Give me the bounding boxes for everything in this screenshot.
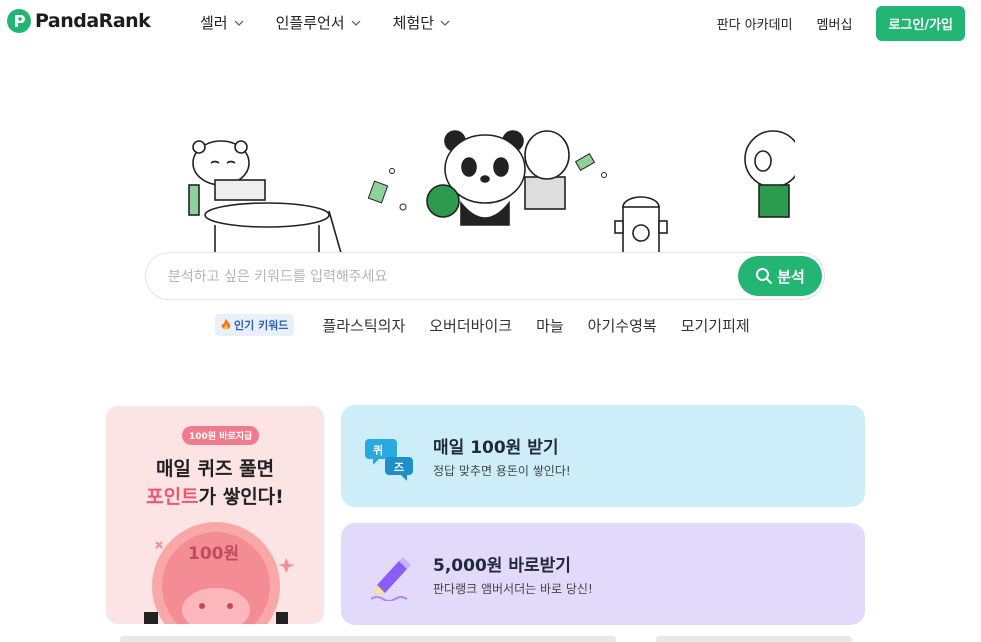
main-nav: 셀러 인플루언서 체험단 (200, 12, 482, 33)
analyze-button-label: 분석 (777, 267, 805, 286)
bear-reading-illustration (188, 140, 342, 254)
popular-keyword[interactable]: 오버더바이크 (429, 315, 512, 336)
membership-link[interactable]: 멤버십 (817, 14, 853, 33)
search-input[interactable] (166, 253, 730, 301)
quiz-bubble-icon: 퀴 즈 (365, 439, 413, 481)
chevron-down-icon (440, 20, 450, 26)
logo-text: PandaRank (35, 10, 151, 32)
header: PandaRank 셀러 인플루언서 체험단 판다 아카데미 멤버십 로그인/가… (0, 0, 981, 44)
nav-experience-group[interactable]: 체험단 (393, 12, 450, 33)
analyze-button[interactable]: 분석 (738, 256, 822, 296)
nav-label: 셀러 (200, 14, 228, 32)
nav-label: 인플루언서 (275, 14, 345, 32)
nav-seller[interactable]: 셀러 (200, 12, 244, 33)
right-nav: 판다 아카데미 멤버십 로그인/가입 (717, 6, 965, 41)
coin-text: 100원 (188, 544, 240, 564)
card-title: 5,000원 바로받기 (433, 556, 571, 576)
popular-keyword[interactable]: 아기수영복 (588, 315, 657, 336)
promo-highlight: 포인트 (146, 486, 199, 508)
popular-keyword-badge: 인기 키워드 (215, 314, 295, 336)
promo-subheadline: 포인트가 쌓인다! (106, 482, 324, 509)
robot-character-illustration (744, 130, 795, 218)
popular-keyword[interactable]: 모기기피제 (681, 315, 750, 336)
nav-label: 체험단 (392, 14, 435, 32)
daily-100-won-card[interactable]: 퀴 즈 매일 100원 받기 정답 맞추면 용돈이 쌓인다! (341, 405, 865, 507)
chevron-down-icon (351, 20, 361, 26)
login-button[interactable]: 로그인/가입 (876, 6, 965, 41)
fire-hydrant-illustration (614, 196, 668, 255)
piggy-coin-icon (144, 522, 295, 624)
popular-keyword[interactable]: 마늘 (536, 315, 564, 336)
next-section-divider (120, 636, 616, 642)
card-subtitle: 판다랭크 앰버서더는 바로 당신! (433, 582, 593, 596)
hero-illustration (188, 130, 795, 255)
search-icon (756, 268, 773, 284)
pencil-icon (370, 557, 411, 601)
chevron-down-icon (234, 20, 244, 26)
fire-icon (221, 319, 231, 330)
popular-keyword[interactable]: 플라스틱의자 (322, 315, 405, 336)
panda-logo-icon (7, 9, 31, 33)
popular-keywords: 인기 키워드 플라스틱의자 오버더바이크 마늘 아기수영복 모기기피제 (215, 314, 774, 336)
svg-text:퀴: 퀴 (373, 443, 383, 457)
promo-pill: 100원 바로지급 (182, 426, 260, 445)
logo[interactable]: PandaRank (6, 8, 151, 34)
daily-quiz-promo-banner[interactable]: 100원 바로지급 매일 퀴즈 풀면 포인트가 쌓인다! 100원 (106, 406, 324, 624)
svg-text:즈: 즈 (394, 461, 404, 474)
popular-badge-label: 인기 키워드 (234, 319, 289, 332)
next-section-divider (656, 636, 852, 642)
promo-headline: 매일 퀴즈 풀면 (155, 458, 275, 480)
keyword-search-bar: 분석 (145, 252, 825, 301)
card-subtitle: 정답 맞추면 용돈이 쌓인다! (433, 464, 571, 478)
panda-character-illustration (426, 130, 570, 226)
nav-influencer[interactable]: 인플루언서 (276, 12, 361, 33)
ambassador-5000-won-card[interactable]: 5,000원 바로받기 판다랭크 앰버서더는 바로 당신! (341, 523, 865, 625)
academy-link[interactable]: 판다 아카데미 (717, 14, 793, 33)
card-title: 매일 100원 받기 (433, 438, 559, 458)
promo-line2-rest: 가 쌓인다! (198, 486, 284, 508)
